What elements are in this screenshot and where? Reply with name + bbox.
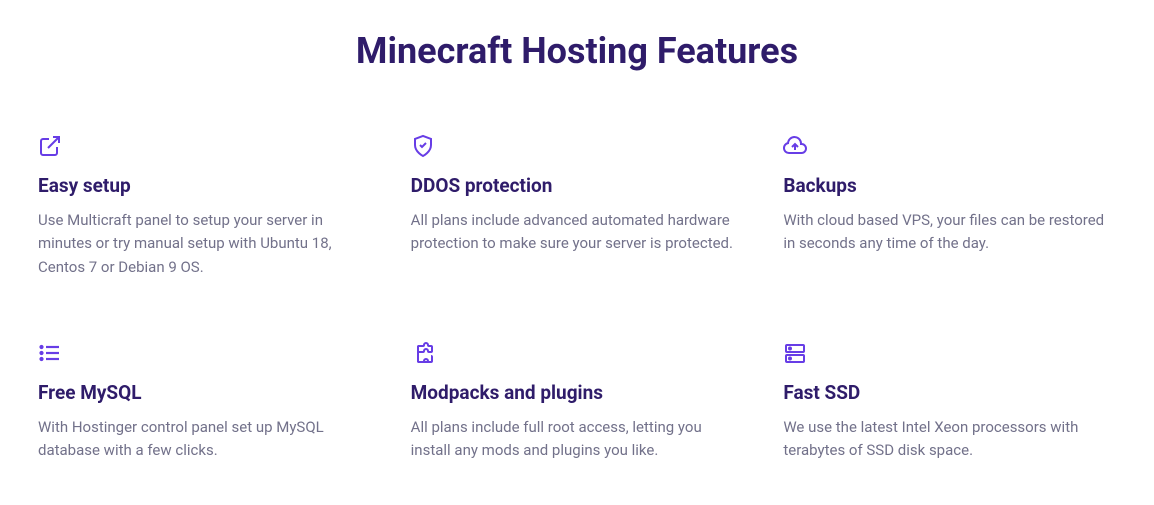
feature-title: Backups (783, 174, 1116, 197)
features-grid: Easy setup Use Multicraft panel to setup… (38, 132, 1116, 462)
feature-description: With cloud based VPS, your files can be … (783, 209, 1116, 256)
feature-title: Fast SSD (783, 381, 1116, 404)
feature-backups: Backups With cloud based VPS, your files… (783, 132, 1116, 279)
feature-easy-setup: Easy setup Use Multicraft panel to setup… (38, 132, 371, 279)
feature-description: Use Multicraft panel to setup your serve… (38, 209, 371, 279)
feature-free-mysql: Free MySQL With Hostinger control panel … (38, 339, 371, 463)
shield-check-icon (411, 132, 744, 160)
feature-description: With Hostinger control panel set up MySQ… (38, 416, 371, 463)
feature-ddos-protection: DDOS protection All plans include advanc… (411, 132, 744, 279)
feature-title: Free MySQL (38, 381, 371, 404)
external-link-icon (38, 132, 371, 160)
feature-description: All plans include advanced automated har… (411, 209, 744, 256)
list-icon (38, 339, 371, 367)
feature-title: Easy setup (38, 174, 371, 197)
cloud-upload-icon (783, 132, 1116, 160)
feature-description: We use the latest Intel Xeon processors … (783, 416, 1116, 463)
feature-fast-ssd: Fast SSD We use the latest Intel Xeon pr… (783, 339, 1116, 463)
page-heading: Minecraft Hosting Features (38, 30, 1116, 72)
server-icon (783, 339, 1116, 367)
feature-title: Modpacks and plugins (411, 381, 744, 404)
feature-modpacks-plugins: Modpacks and plugins All plans include f… (411, 339, 744, 463)
feature-title: DDOS protection (411, 174, 744, 197)
puzzle-icon (411, 339, 744, 367)
feature-description: All plans include full root access, lett… (411, 416, 744, 463)
